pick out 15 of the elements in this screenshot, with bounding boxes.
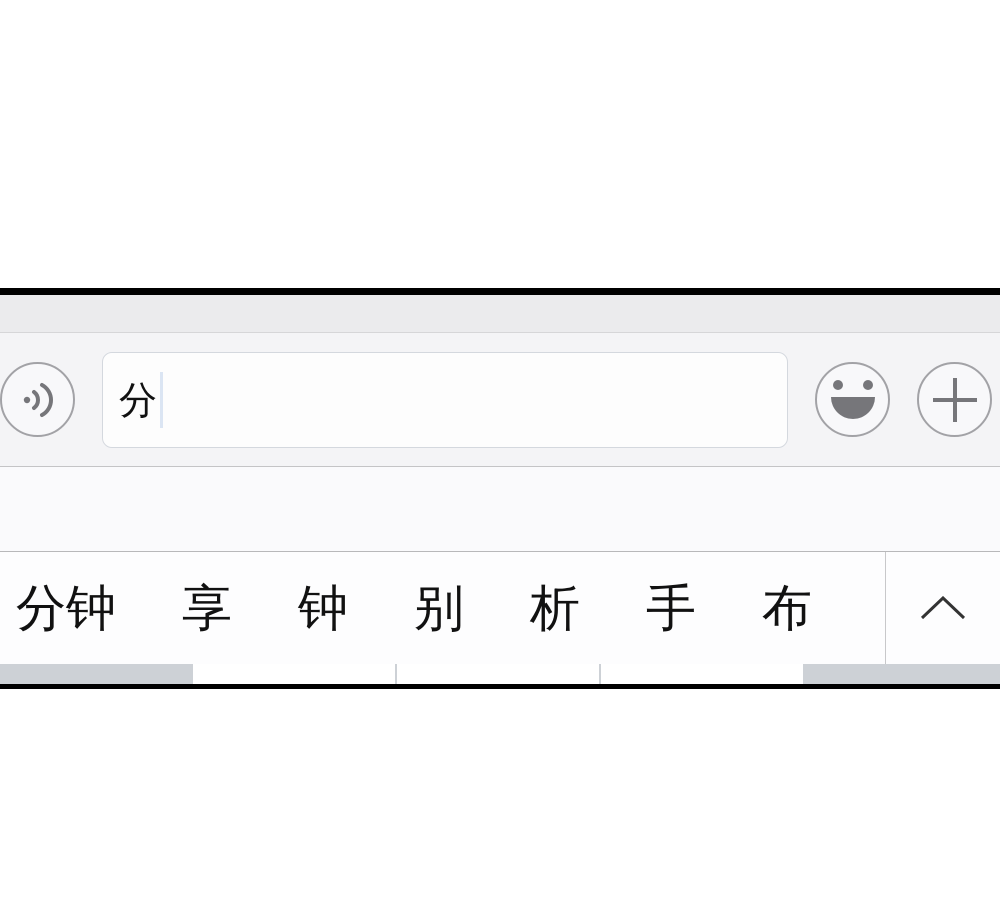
keyboard-key[interactable] [193, 664, 395, 684]
candidate-word[interactable]: 手 [646, 583, 696, 633]
text-cursor-icon [160, 372, 163, 428]
smiley-face-icon [828, 378, 876, 420]
candidate-word[interactable]: 享 [182, 583, 232, 633]
candidate-word[interactable]: 分钟 [16, 583, 116, 633]
candidate-word[interactable]: 析 [530, 583, 580, 633]
keyboard-key[interactable] [397, 664, 599, 684]
plus-icon [932, 378, 976, 422]
keyboard-key[interactable] [601, 664, 803, 684]
candidate-word[interactable]: 别 [414, 583, 464, 633]
text-field[interactable]: 分 [102, 352, 788, 448]
chevron-up-icon [920, 596, 966, 620]
candidate-word[interactable]: 钟 [298, 583, 348, 633]
candidate-word[interactable]: 布 [762, 583, 812, 633]
